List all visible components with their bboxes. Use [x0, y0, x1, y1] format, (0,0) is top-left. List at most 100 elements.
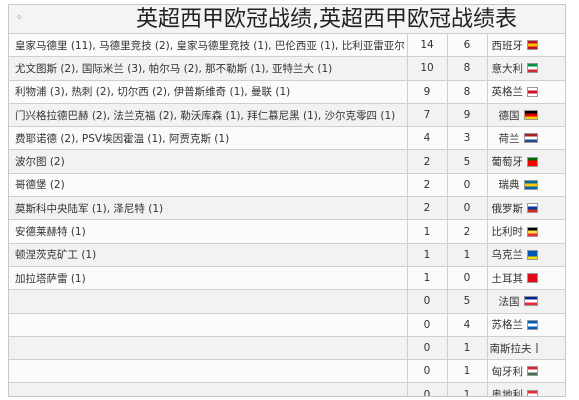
country-name: 比利时 [491, 226, 524, 239]
country-label: 比利时 [492, 224, 538, 239]
clubs-cell [9, 359, 408, 384]
country-name: 意大利 [491, 62, 524, 75]
count-cell: 1 [447, 359, 488, 384]
runner-up-count-cell: 7 [407, 103, 448, 128]
clubs-cell: 利物浦 (3), 热刺 (2), 切尔西 (2), 伊普斯维奇 (1), 曼联 … [9, 80, 408, 104]
table-row: 0 1 奥地利 [9, 382, 565, 396]
runner-up-count-cell: 1 [407, 266, 448, 291]
count-cell: 5 [447, 149, 488, 174]
runner-up-count-cell: 1 [407, 219, 448, 244]
country-cell: 匈牙利 [487, 359, 565, 384]
country-cell: 德国 [487, 103, 565, 128]
table-row: 顿涅茨克矿工 (1) 1 1 乌克兰 [9, 243, 565, 267]
count-cell: 8 [447, 56, 488, 81]
country-cell: 奥地利 [487, 382, 565, 396]
country-cell: 南斯拉夫 [487, 336, 565, 361]
country-name: 葡萄牙 [491, 156, 524, 169]
clubs-cell: 哥德堡 (2) [9, 173, 408, 198]
count-cell: 9 [447, 103, 488, 128]
country-cell: 西班牙 [487, 34, 565, 58]
country-cell: 比利时 [487, 219, 565, 244]
flag-icon [527, 366, 538, 377]
country-label: 匈牙利 [492, 364, 538, 379]
flag-icon [527, 249, 538, 260]
country-cell: 荷兰 [487, 126, 565, 151]
table-header-bar: ◦ 英超西甲欧冠战绩,英超西甲欧冠战绩表 [9, 5, 565, 34]
clubs-cell: 皇家马德里 (11), 马德里竞技 (2), 皇家马德里竞技 (1), 巴伦西亚… [9, 34, 408, 58]
flag-icon [527, 273, 538, 284]
runner-up-count-cell: 0 [407, 289, 448, 314]
table-row: 皇家马德里 (11), 马德里竞技 (2), 皇家马德里竞技 (1), 巴伦西亚… [9, 34, 565, 58]
runner-up-count-cell: 0 [407, 313, 448, 337]
runner-up-count-cell: 14 [407, 34, 448, 58]
clubs-cell: 加拉塔萨雷 (1) [9, 266, 408, 291]
country-label: 瑞典 [492, 177, 538, 192]
runner-up-count-cell: 2 [407, 173, 448, 198]
country-cell: 俄罗斯 [487, 196, 565, 221]
flag-icon [523, 296, 538, 307]
flag-icon [535, 343, 538, 353]
flag-icon [527, 63, 538, 74]
country-name: 英格兰 [491, 86, 524, 99]
runner-up-count-cell: 0 [407, 359, 448, 384]
country-cell: 乌克兰 [487, 243, 565, 267]
country-label: 南斯拉夫 [489, 341, 538, 356]
runner-up-count-cell: 10 [407, 56, 448, 81]
country-cell: 苏格兰 [487, 313, 565, 337]
country-name: 土耳其 [491, 272, 524, 285]
flag-icon [523, 110, 538, 121]
table-row: 利物浦 (3), 热刺 (2), 切尔西 (2), 伊普斯维奇 (1), 曼联 … [9, 80, 565, 104]
table-frame: ◦ 英超西甲欧冠战绩,英超西甲欧冠战绩表 皇家马德里 (11), 马德里竞技 (… [8, 4, 566, 397]
country-label: 德国 [492, 108, 538, 123]
country-cell: 土耳其 [487, 266, 565, 291]
country-name: 德国 [498, 109, 520, 122]
table-row: 加拉塔萨雷 (1) 1 0 土耳其 [9, 266, 565, 291]
country-name: 法国 [498, 295, 520, 308]
country-label: 英格兰 [492, 84, 538, 99]
runner-up-count-cell: 2 [407, 196, 448, 221]
country-cell: 意大利 [487, 56, 565, 81]
country-label: 意大利 [492, 61, 538, 76]
country-label: 法国 [492, 294, 538, 309]
flag-icon [527, 86, 538, 97]
count-cell: 0 [447, 173, 488, 198]
runner-up-count-cell: 9 [407, 80, 448, 104]
flag-icon [527, 40, 538, 51]
country-name: 瑞典 [498, 179, 520, 192]
country-name: 匈牙利 [491, 365, 524, 378]
country-label: 荷兰 [492, 131, 538, 146]
clubs-cell: 费耶诺德 (2), PSV埃因霍温 (1), 阿贾克斯 (1) [9, 126, 408, 151]
count-cell: 2 [447, 219, 488, 244]
country-label: 苏格兰 [492, 317, 538, 332]
country-label: 西班牙 [492, 38, 538, 53]
flag-icon [527, 226, 538, 237]
table-row: 波尔图 (2) 2 5 葡萄牙 [9, 149, 565, 174]
flag-icon [527, 156, 538, 167]
country-name: 荷兰 [498, 132, 520, 145]
table-body: 皇家马德里 (11), 马德里竞技 (2), 皇家马德里竞技 (1), 巴伦西亚… [9, 34, 565, 396]
clubs-cell: 莫斯科中央陆军 (1), 泽尼特 (1) [9, 196, 408, 221]
clubs-cell [9, 289, 408, 314]
count-cell: 1 [447, 336, 488, 361]
runner-up-count-cell: 1 [407, 243, 448, 267]
clubs-cell: 门兴格拉德巴赫 (2), 法兰克福 (2), 勒沃库森 (1), 拜仁慕尼黑 (… [9, 103, 408, 128]
country-name: 南斯拉夫 [489, 342, 532, 355]
flag-icon [523, 179, 538, 190]
count-cell: 8 [447, 80, 488, 104]
page-title: 英超西甲欧冠战绩,英超西甲欧冠战绩表 [136, 7, 517, 32]
runner-up-count-cell: 4 [407, 126, 448, 151]
country-name: 乌克兰 [491, 249, 524, 262]
clubs-cell [9, 336, 408, 361]
runner-up-count-cell: 2 [407, 149, 448, 174]
country-label: 俄罗斯 [492, 201, 538, 216]
table-row: 0 4 苏格兰 [9, 313, 565, 337]
table-row: 0 5 法国 [9, 289, 565, 314]
clubs-cell: 顿涅茨克矿工 (1) [9, 243, 408, 267]
table-row: 费耶诺德 (2), PSV埃因霍温 (1), 阿贾克斯 (1) 4 3 荷兰 [9, 126, 565, 151]
country-name: 苏格兰 [491, 319, 524, 332]
country-cell: 葡萄牙 [487, 149, 565, 174]
bullet-icon: ◦ [16, 11, 23, 24]
country-label: 乌克兰 [492, 247, 538, 262]
table-row: 0 1 匈牙利 [9, 359, 565, 384]
stats-table: 皇家马德里 (11), 马德里竞技 (2), 皇家马德里竞技 (1), 巴伦西亚… [9, 34, 565, 396]
